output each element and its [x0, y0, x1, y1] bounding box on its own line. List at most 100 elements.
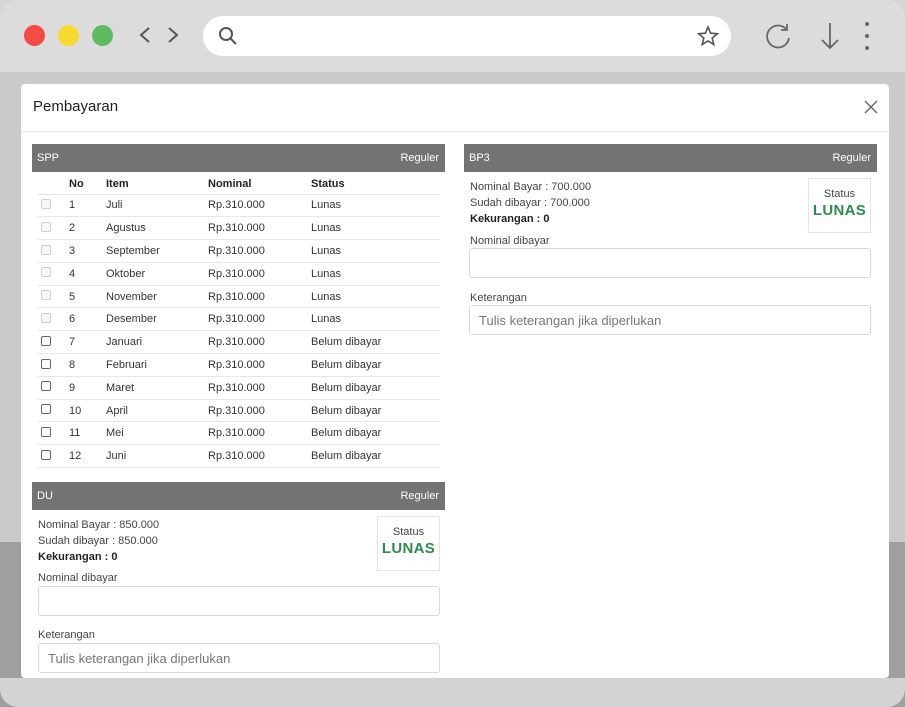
- forward-arrow-icon[interactable]: [161, 20, 185, 50]
- row-status: Lunas: [311, 262, 440, 286]
- row-nominal: Rp.310.000: [208, 376, 311, 400]
- row-nominal: Rp.310.000: [208, 216, 311, 241]
- row-status: Lunas: [311, 285, 440, 309]
- row-checkbox[interactable]: [41, 335, 51, 346]
- du-panel-type: Reguler: [400, 490, 439, 502]
- bp3-keterangan-label: Keterangan: [470, 292, 527, 304]
- row-no: 5: [69, 285, 106, 309]
- row-status: Lunas: [311, 194, 440, 218]
- table-row: 11 Mei Rp.310.000 Belum dibayar: [38, 421, 440, 446]
- du-nominal-dibayar-input[interactable]: [38, 586, 440, 616]
- kebab-menu-icon[interactable]: [852, 18, 888, 54]
- row-item: Januari: [106, 330, 208, 355]
- row-checkbox: [41, 267, 51, 278]
- row-item: Juli: [106, 194, 208, 218]
- row-nominal: Rp.310.000: [208, 285, 311, 309]
- table-row: 7 Januari Rp.310.000 Belum dibayar: [38, 330, 440, 355]
- table-row: 5 November Rp.310.000 Lunas: [38, 285, 440, 309]
- row-status: Lunas: [311, 307, 440, 332]
- du-status-value: LUNAS: [381, 540, 436, 557]
- bp3-panel-header: BP3 Reguler: [464, 144, 877, 172]
- bp3-panel-type: Reguler: [832, 152, 871, 164]
- row-no: 10: [69, 399, 106, 423]
- du-status-label: Status: [392, 526, 425, 538]
- row-checkbox[interactable]: [41, 404, 51, 415]
- row-nominal: Rp.310.000: [208, 307, 311, 332]
- row-nominal: Rp.310.000: [208, 262, 311, 286]
- window-bottom-frame: [0, 678, 905, 707]
- table-row: 12 Juni Rp.310.000 Belum dibayar: [38, 444, 440, 469]
- row-checkbox[interactable]: [41, 381, 51, 392]
- row-nominal: Rp.310.000: [208, 444, 311, 469]
- row-select-cell: [38, 353, 69, 377]
- window-minimize-button[interactable]: [58, 25, 79, 46]
- table-row: 2 Agustus Rp.310.000 Lunas: [38, 216, 440, 241]
- row-nominal: Rp.310.000: [208, 194, 311, 218]
- row-status: Belum dibayar: [311, 399, 440, 423]
- row-item: Agustus: [106, 216, 208, 241]
- row-select-cell: [38, 307, 69, 332]
- bp3-summary: Nominal Bayar : 700.000 Sudah dibayar : …: [470, 179, 591, 227]
- bp3-panel-title: BP3: [469, 152, 490, 164]
- row-checkbox[interactable]: [41, 358, 51, 369]
- du-summary: Nominal Bayar : 850.000 Sudah dibayar : …: [38, 517, 159, 565]
- window-maximize-button[interactable]: [92, 25, 113, 46]
- du-keterangan-input[interactable]: [38, 643, 440, 673]
- du-nominal-dibayar-label: Nominal dibayar: [38, 572, 118, 584]
- row-status: Belum dibayar: [311, 330, 440, 355]
- row-checkbox[interactable]: [41, 426, 51, 437]
- spp-table-header-row: No Item Nominal Status: [38, 175, 440, 195]
- row-no: 11: [69, 421, 106, 446]
- row-nominal: Rp.310.000: [208, 399, 311, 423]
- header-nominal: Nominal: [208, 175, 311, 195]
- row-no: 2: [69, 216, 106, 241]
- row-item: April: [106, 399, 208, 423]
- address-bar[interactable]: [203, 16, 731, 56]
- header-status: Status: [311, 175, 440, 195]
- back-arrow-icon[interactable]: [133, 20, 157, 50]
- table-row: 4 Oktober Rp.310.000 Lunas: [38, 262, 440, 286]
- header-item: Item: [106, 175, 208, 195]
- header-select: [38, 175, 69, 195]
- table-row: 3 September Rp.310.000 Lunas: [38, 239, 440, 263]
- star-icon[interactable]: [697, 25, 719, 47]
- row-no: 12: [69, 444, 106, 469]
- du-keterangan-label: Keterangan: [38, 629, 95, 641]
- row-status: Lunas: [311, 239, 440, 263]
- bp3-status-box: Status LUNAS: [808, 178, 871, 233]
- row-select-cell: [38, 194, 69, 218]
- row-item: Desember: [106, 307, 208, 332]
- row-no: 8: [69, 353, 106, 377]
- table-row: 1 Juli Rp.310.000 Lunas: [38, 194, 440, 218]
- row-status: Belum dibayar: [311, 353, 440, 377]
- row-checkbox: [41, 290, 51, 301]
- window-close-button[interactable]: [24, 25, 45, 46]
- bp3-nominal-dibayar-input[interactable]: [469, 248, 871, 278]
- row-no: 3: [69, 239, 106, 263]
- row-nominal: Rp.310.000: [208, 353, 311, 377]
- reload-icon[interactable]: [760, 18, 796, 54]
- table-row: 8 Februari Rp.310.000 Belum dibayar: [38, 353, 440, 377]
- row-checkbox: [41, 198, 51, 209]
- row-item: Oktober: [106, 262, 208, 286]
- du-status-box: Status LUNAS: [377, 516, 440, 571]
- row-status: Lunas: [311, 216, 440, 241]
- close-icon[interactable]: [863, 99, 879, 115]
- du-nominal-bayar: Nominal Bayar : 850.000: [38, 519, 160, 531]
- row-select-cell: [38, 444, 69, 469]
- row-select-cell: [38, 330, 69, 355]
- row-nominal: Rp.310.000: [208, 421, 311, 446]
- row-select-cell: [38, 399, 69, 423]
- row-item: September: [106, 239, 208, 263]
- row-checkbox: [41, 221, 51, 232]
- row-checkbox[interactable]: [41, 449, 51, 460]
- row-item: Februari: [106, 353, 208, 377]
- du-sudah-dibayar: Sudah dibayar : 850.000: [38, 535, 158, 547]
- download-icon[interactable]: [812, 18, 848, 54]
- spp-panel-type: Reguler: [400, 152, 439, 164]
- spp-table: No Item Nominal Status 1 Juli Rp.310.000 Lu…: [38, 175, 440, 469]
- bp3-keterangan-input[interactable]: [469, 305, 871, 335]
- modal-title: Pembayaran: [33, 98, 119, 115]
- row-no: 6: [69, 307, 106, 332]
- header-no: No: [69, 175, 106, 195]
